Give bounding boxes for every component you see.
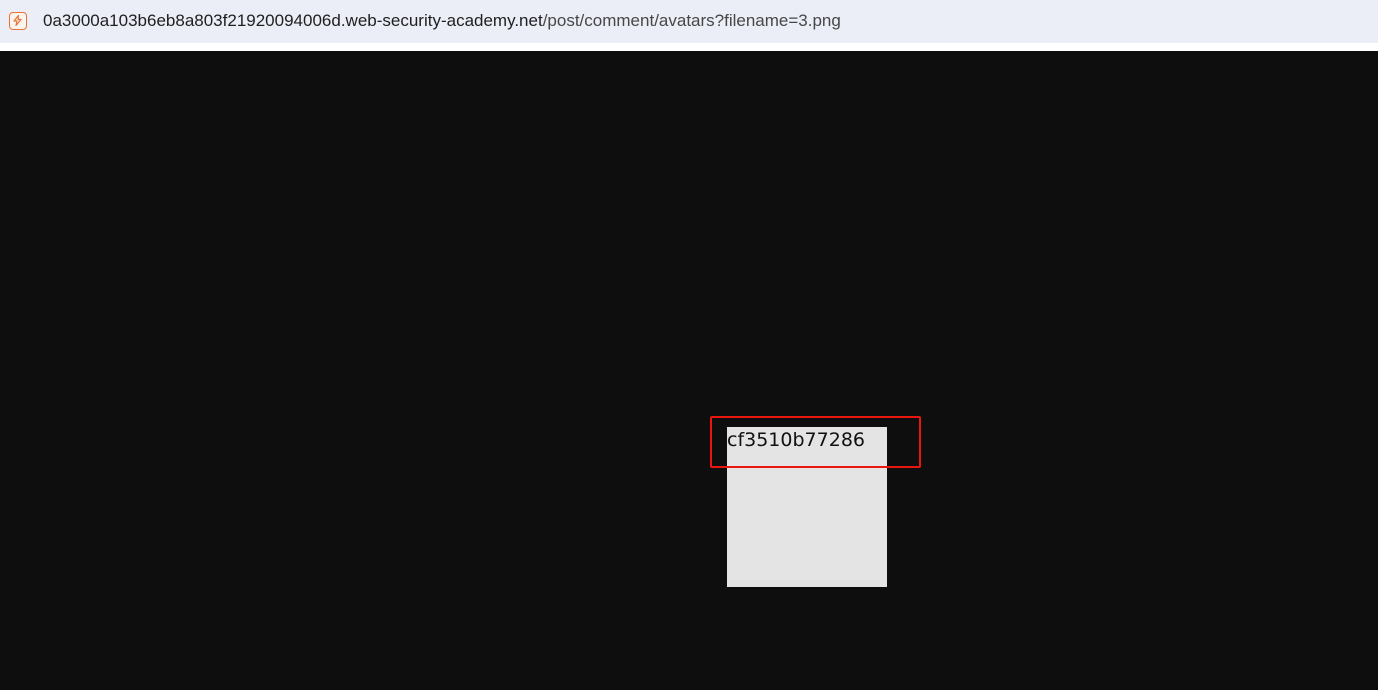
lightning-bolt-icon[interactable]	[9, 12, 27, 30]
highlight-box	[710, 416, 921, 468]
address-bar[interactable]: 0a3000a103b6eb8a803f21920094006d.web-sec…	[0, 0, 1378, 43]
url-path: /post/comment/avatars?filename=3.png	[542, 11, 841, 30]
url-host: 0a3000a103b6eb8a803f21920094006d.web-sec…	[43, 11, 543, 30]
toolbar-divider	[0, 43, 1378, 51]
page-viewport: cf3510b77286	[0, 51, 1378, 690]
url-field[interactable]: 0a3000a103b6eb8a803f21920094006d.web-sec…	[43, 11, 841, 31]
